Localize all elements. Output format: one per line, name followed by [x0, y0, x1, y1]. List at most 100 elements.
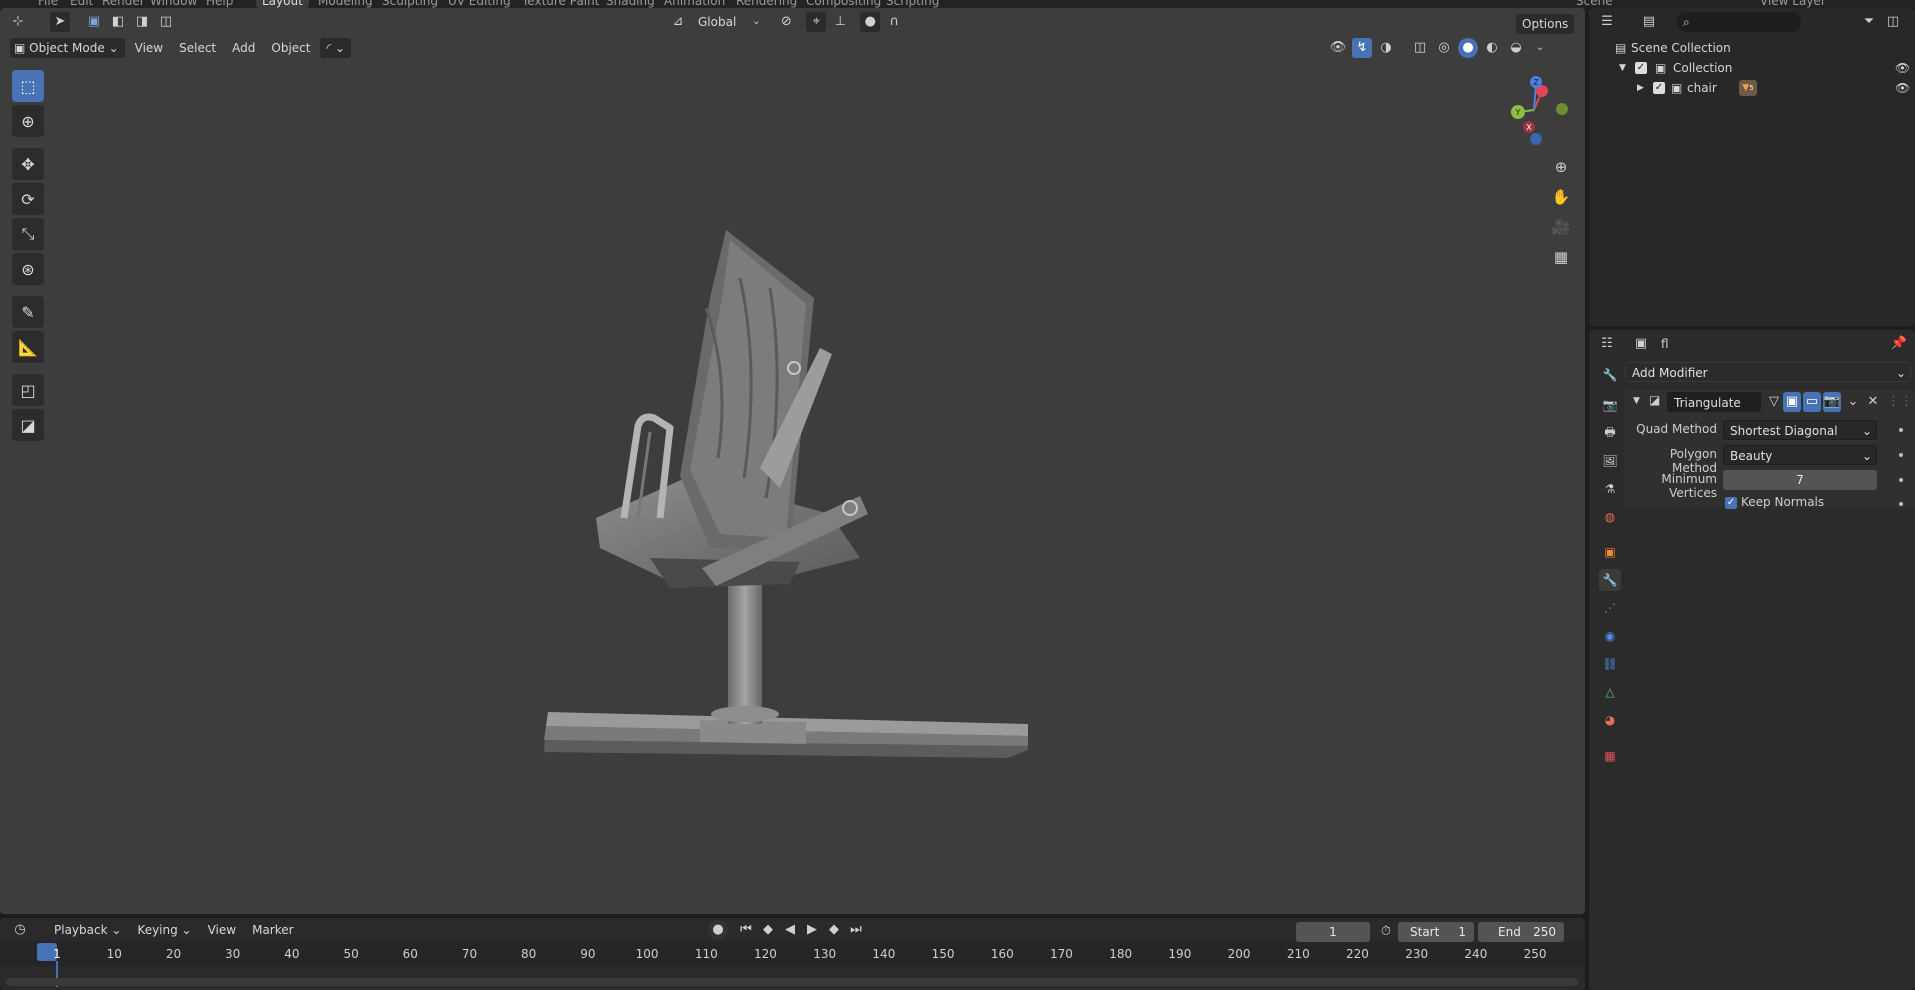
minimum-vertices-field[interactable]: 7 [1723, 470, 1877, 490]
add-cube-icon[interactable]: ◰ [12, 374, 44, 406]
chair-model[interactable] [530, 218, 1050, 798]
tab-modeling[interactable]: Modeling [318, 0, 373, 8]
snap-icon[interactable]: ⌖ [806, 12, 827, 32]
menu-help[interactable]: Help [206, 0, 233, 8]
record-icon[interactable]: ● [708, 920, 728, 940]
drag-handle-icon[interactable]: ⋮⋮ [1887, 392, 1913, 412]
tab-animation[interactable]: Animation [664, 0, 725, 8]
collapse-arrow-icon[interactable]: ▼ [1633, 396, 1640, 406]
stopwatch-icon[interactable]: ⏱ [1376, 922, 1396, 942]
scale-icon[interactable]: ⤡ [12, 218, 44, 250]
new-collection-icon[interactable]: ◫ [1883, 12, 1903, 32]
play-reverse-icon[interactable]: ◀ [780, 920, 800, 940]
keyframe-dot[interactable] [1899, 502, 1903, 506]
transform-orientation-dropdown[interactable]: Global [692, 12, 742, 32]
visibility-icon[interactable]: 👁 [1328, 38, 1348, 58]
constraints-icon[interactable]: ⛓ [1599, 653, 1621, 675]
timeline-type-icon[interactable]: ◷ [10, 920, 30, 940]
scene-icon[interactable]: ⚗ [1599, 478, 1621, 500]
modifier-icon[interactable]: 🔧 [1599, 569, 1621, 591]
tab-uv-editing[interactable]: UV Editing [448, 0, 511, 8]
outliner-type-icon[interactable]: ☰ [1597, 12, 1617, 32]
tab-scripting[interactable]: Scripting [886, 0, 939, 8]
keep-normals-checkbox[interactable]: ✓ [1725, 497, 1737, 509]
menu-add[interactable]: Add [226, 38, 261, 58]
menu-view[interactable]: View [129, 38, 169, 58]
overlay-icon[interactable]: ◑ [1376, 38, 1396, 58]
snap-target-icon[interactable]: ⊥ [830, 12, 850, 32]
tool-icon[interactable]: 🔧 [1599, 364, 1621, 386]
properties-type-icon[interactable]: ☷ [1597, 334, 1617, 354]
falloff-icon[interactable]: ∩ [884, 12, 904, 32]
select-box-icon[interactable]: ⬚ [12, 70, 44, 102]
output-icon[interactable]: 🖶 [1599, 422, 1621, 444]
marker-menu[interactable]: Marker [246, 920, 299, 940]
render-toggle-icon[interactable]: 📷 [1823, 392, 1841, 412]
zoom-icon[interactable]: ⊕ [1548, 154, 1574, 180]
mesh-badge-icon[interactable]: ▼5 [1739, 80, 1757, 96]
filter-icon[interactable]: ⏷ [1859, 12, 1879, 32]
eye-icon[interactable]: 👁 [1895, 78, 1910, 98]
tab-sculpting[interactable]: Sculpting [382, 0, 438, 8]
outliner-search-input[interactable]: ⌕ [1677, 12, 1801, 32]
proportional-edit-icon[interactable]: ● [860, 12, 881, 32]
camera-view-icon[interactable]: 🎥 [1548, 214, 1574, 240]
measure-icon[interactable]: 📐 [12, 331, 44, 363]
edit-cage-icon[interactable]: ▽ [1765, 392, 1783, 412]
3d-viewport[interactable]: ⊹ ➤ ▣ ◧ ◨ ◫ ⊿ Global ⌄ ⊘ ⌖ ⊥ ● ∩ Options… [0, 8, 1585, 914]
world-icon[interactable]: ◍ [1599, 506, 1621, 528]
eye-icon[interactable]: 👁 [1895, 58, 1910, 78]
jump-start-icon[interactable]: ⏮ [736, 920, 756, 940]
keying-menu[interactable]: Keying ⌄ [131, 920, 197, 940]
render-icon[interactable]: 📷 [1599, 394, 1621, 416]
tab-layout[interactable]: Layout [256, 0, 309, 8]
particles-icon[interactable]: ⋰ [1599, 597, 1621, 619]
add-modifier-dropdown[interactable]: Add Modifier ⌄ [1625, 362, 1911, 382]
cursor-icon[interactable]: ⊕ [12, 105, 44, 137]
view-layer-icon[interactable]: 🖼 [1599, 450, 1621, 472]
editmode-icon[interactable]: ▣ [1783, 392, 1801, 412]
prev-keyframe-icon[interactable]: ◆ [758, 920, 778, 940]
physics-icon[interactable]: ◉ [1599, 625, 1621, 647]
gizmo-toggle-icon[interactable]: ↯ [1352, 38, 1372, 58]
expand-arrow-icon[interactable]: ▶ [1637, 78, 1644, 98]
outliner-row-chair[interactable]: ▶ ✓ ▣ chair ▼5 👁 [1589, 78, 1915, 98]
menu-object[interactable]: Object [265, 38, 316, 58]
rendered-shading-icon[interactable]: ◒ [1506, 38, 1526, 58]
keyframe-dot[interactable] [1899, 428, 1903, 432]
add-plane-icon[interactable]: ◪ [12, 409, 44, 441]
menu-render[interactable]: Render [102, 0, 145, 8]
navigation-gizmo[interactable]: Y Z X [1494, 72, 1568, 146]
outliner-row-scene-collection[interactable]: ▤ Scene Collection [1589, 38, 1915, 58]
select-extend-icon[interactable]: ◧ [108, 12, 128, 32]
solid-shading-icon[interactable]: ● [1458, 38, 1478, 58]
remove-modifier-icon[interactable]: ✕ [1863, 392, 1883, 412]
scene-selector[interactable]: Scene [1576, 0, 1613, 8]
wireframe-shading-icon[interactable]: ◎ [1434, 38, 1454, 58]
tab-shading[interactable]: Shading [606, 0, 655, 8]
current-frame-field[interactable]: 1 [1296, 922, 1370, 942]
menu-select[interactable]: Select [173, 38, 222, 58]
menu-file[interactable]: File [38, 0, 58, 8]
editor-type-icon[interactable]: ⊹ [8, 12, 28, 32]
perspective-grid-icon[interactable]: ▦ [1548, 244, 1574, 270]
select-tool-icon[interactable]: ➤ [50, 12, 70, 32]
display-mode-icon[interactable]: ▤ [1639, 12, 1659, 32]
material-icon[interactable]: ◕ [1599, 709, 1621, 731]
polygon-method-dropdown[interactable]: Beauty ⌄ [1723, 445, 1877, 465]
start-frame-field[interactable]: Start 1 [1398, 922, 1474, 942]
rotate-icon[interactable]: ⟳ [12, 183, 44, 215]
xray-icon[interactable]: ◫ [1410, 38, 1430, 58]
move-icon[interactable]: ✥ [12, 148, 44, 180]
pin-icon[interactable]: 📌 [1889, 334, 1909, 354]
quad-method-dropdown[interactable]: Shortest Diagonal ⌄ [1723, 420, 1877, 440]
timeline-scrollbar[interactable] [6, 978, 1578, 986]
chair-checkbox[interactable]: ✓ [1653, 82, 1665, 94]
data-icon[interactable]: △ [1599, 681, 1621, 703]
material-shading-icon[interactable]: ◐ [1482, 38, 1502, 58]
options-button[interactable]: Options [1516, 14, 1575, 34]
select-new-icon[interactable]: ▣ [84, 12, 104, 32]
play-icon[interactable]: ▶ [802, 920, 822, 940]
mode-dropdown[interactable]: ▣ Object Mode ⌄ [10, 38, 125, 58]
select-subtract-icon[interactable]: ◨ [132, 12, 152, 32]
